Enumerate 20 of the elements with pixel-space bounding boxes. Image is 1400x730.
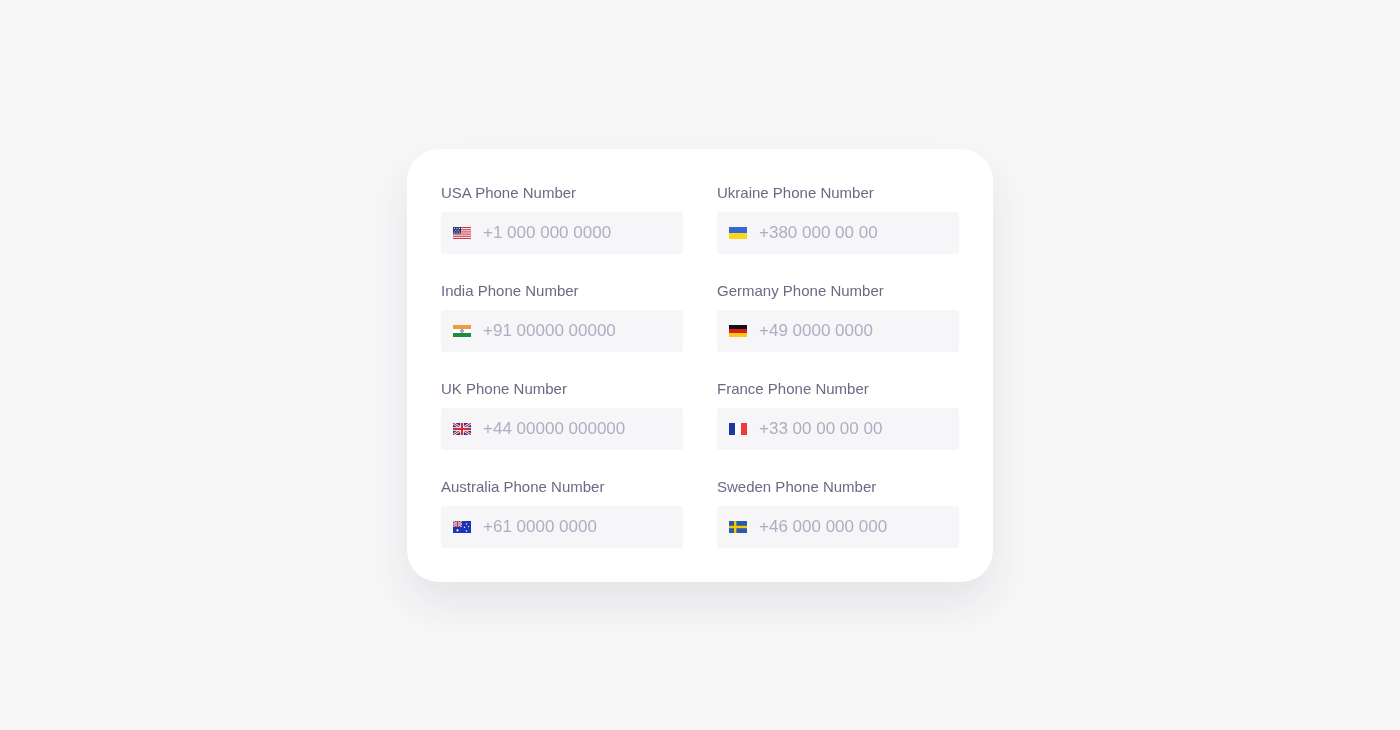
field-label: Germany Phone Number xyxy=(717,280,884,301)
field-label: USA Phone Number xyxy=(441,182,577,203)
field-label: France Phone Number xyxy=(717,378,869,399)
field-label: India Phone Number xyxy=(441,280,579,301)
phone-input-field[interactable]: +91 00000 00000 xyxy=(441,309,683,352)
field-label: Australia Phone Number xyxy=(441,476,605,497)
field-label: UK Phone Number xyxy=(441,378,567,399)
field-label: Ukraine Phone Number xyxy=(717,182,874,203)
phone-input-field[interactable]: +33 00 00 00 00 xyxy=(717,407,959,450)
phone-input-field[interactable]: +1 000 000 0000 xyxy=(441,211,683,254)
field-label: Sweden Phone Number xyxy=(717,476,877,497)
germany-flag-icon xyxy=(729,324,747,337)
phone-input-field[interactable]: +49 0000 0000 xyxy=(717,309,959,352)
phone-input-field[interactable]: +44 00000 000000 xyxy=(441,407,683,450)
phone-input-field[interactable]: +61 0000 0000 xyxy=(441,505,683,548)
ukraine-flag-icon xyxy=(729,226,747,239)
france-flag-icon xyxy=(729,422,747,435)
phone-input-field[interactable]: +380 000 00 00 xyxy=(717,211,959,254)
phone-input-field[interactable]: +46 000 000 000 xyxy=(717,505,959,548)
india-flag-icon xyxy=(453,324,471,337)
